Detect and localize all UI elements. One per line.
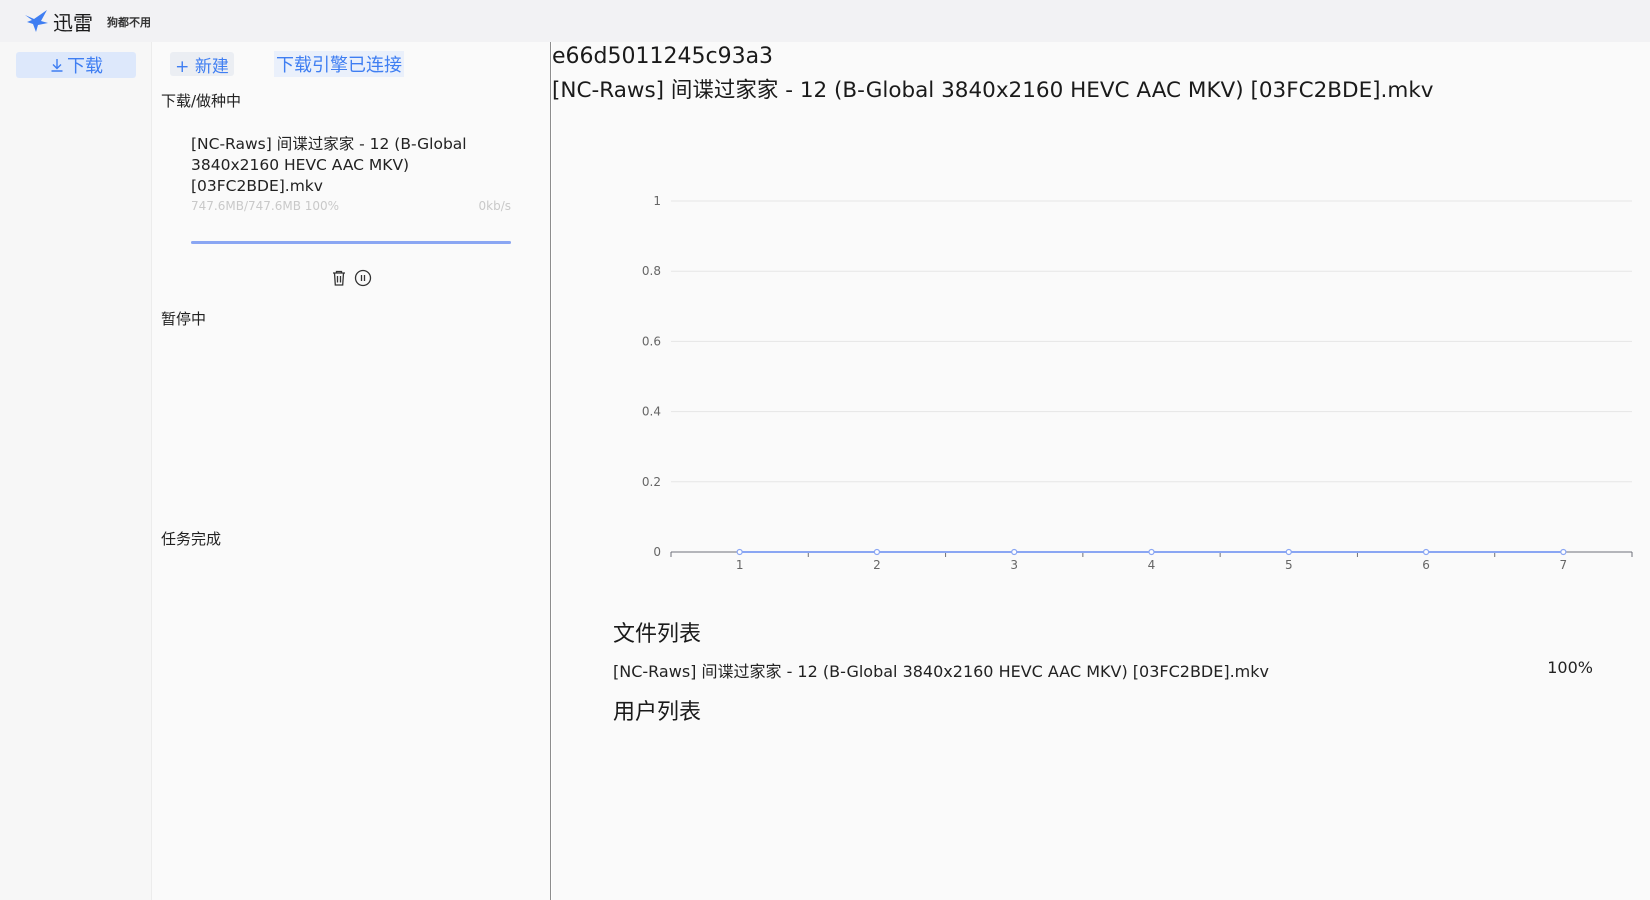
app-name: 迅雷 — [53, 10, 93, 35]
task-name: [NC-Raws] 间谍过家家 - 12 (B-Global 3840x2160… — [191, 135, 467, 195]
task-progress-fill — [191, 241, 511, 244]
file-list-title: 文件列表 — [613, 622, 702, 647]
user-list-title: 用户列表 — [613, 700, 702, 725]
task-list-panel: + 新建 下载引擎已连接 下载/做种中 [NC-Raws] 间谍过家家 - 12… — [152, 42, 551, 900]
app-slogan: 狗都不用 — [107, 16, 151, 29]
section-paused-title: 暂停中 — [161, 310, 207, 328]
x-tick-label: 5 — [1285, 558, 1293, 572]
task-size: 747.6MB/747.6MB 100% — [191, 199, 340, 213]
x-tick-label: 7 — [1560, 558, 1568, 572]
data-point — [1285, 548, 1292, 556]
app-logo: 迅雷 狗都不用 — [24, 7, 151, 36]
x-tick-label: 4 — [1148, 558, 1156, 572]
x-tick-label: 1 — [736, 558, 744, 572]
file-row[interactable]: [NC-Raws] 间谍过家家 - 12 (B-Global 3840x2160… — [613, 658, 1593, 682]
file-name: [NC-Raws] 间谍过家家 - 12 (B-Global 3840x2160… — [613, 662, 1270, 681]
y-tick-label: 0.6 — [642, 334, 661, 348]
engine-status-link[interactable]: 下载引擎已连接 — [274, 51, 404, 77]
thunder-bird-icon — [25, 10, 48, 32]
task-hash: e66d5011245c93a3 — [552, 44, 774, 69]
y-tick-label: 0.2 — [642, 475, 661, 489]
x-tick-label: 3 — [1010, 558, 1018, 572]
y-tick-label: 0 — [653, 545, 661, 559]
data-point — [1011, 548, 1018, 556]
y-tick-label: 1 — [653, 194, 661, 208]
trash-icon[interactable] — [329, 268, 349, 288]
data-point — [1560, 548, 1567, 556]
y-tick-label: 0.8 — [642, 264, 661, 278]
task-meta: 747.6MB/747.6MB 100% 0kb/s — [191, 199, 511, 213]
data-point — [1422, 548, 1430, 556]
download-icon — [51, 59, 63, 72]
title-bar: 迅雷 狗都不用 — [0, 0, 1650, 42]
x-tick-label: 2 — [873, 558, 881, 572]
speed-chart: 0 0.2 0.4 0.6 0.8 1 1 2 3 4 5 6 7 — [642, 194, 1633, 572]
section-completed-title: 任务完成 — [161, 530, 222, 548]
task-speed: 0kb/s — [478, 199, 512, 213]
task-card[interactable]: [NC-Raws] 间谍过家家 - 12 (B-Global 3840x2160… — [191, 134, 511, 288]
y-tick-label: 0.4 — [642, 405, 661, 419]
sidebar-nav: 下载 — [0, 42, 152, 900]
task-actions — [191, 268, 511, 288]
task-progress-bar — [191, 241, 511, 244]
section-downloading-title: 下载/做种中 — [161, 92, 242, 110]
data-point — [1148, 548, 1155, 556]
new-task-button[interactable]: + 新建 — [170, 52, 234, 77]
pause-circle-icon[interactable] — [353, 268, 373, 288]
task-detail-panel: e66d5011245c93a3 [NC-Raws] 间谍过家家 - 12 (B… — [552, 42, 1650, 900]
sidebar-item-download[interactable]: 下载 — [16, 52, 136, 78]
x-tick-label: 6 — [1422, 558, 1430, 572]
data-point — [736, 548, 743, 556]
data-point — [873, 548, 881, 556]
sidebar-item-label: 下载 — [67, 56, 103, 77]
file-progress: 100% — [1547, 658, 1593, 677]
detail-task-name: [NC-Raws] 间谍过家家 - 12 (B-Global 3840x2160… — [552, 78, 1434, 103]
